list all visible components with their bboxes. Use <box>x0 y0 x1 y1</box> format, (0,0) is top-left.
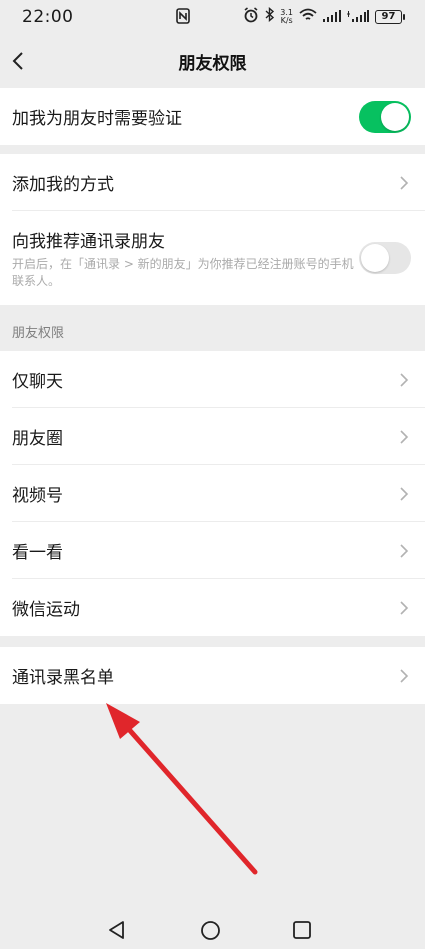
battery-icon: 97 <box>375 10 405 24</box>
list-item-werun[interactable]: 微信运动 <box>0 579 425 636</box>
chevron-right-icon <box>400 429 409 444</box>
list-item-label: 微信运动 <box>12 600 80 620</box>
alarm-icon <box>243 6 259 28</box>
nav-bar: 朋友权限 <box>0 34 425 88</box>
chevron-right-icon <box>400 668 409 683</box>
home-circle-icon[interactable] <box>200 920 221 941</box>
chevron-left-icon[interactable] <box>8 49 32 73</box>
list-item-channels[interactable]: 视频号 <box>0 465 425 522</box>
section-header: 朋友权限 <box>12 326 65 341</box>
signal-icon <box>347 7 369 27</box>
list-item-chat-only[interactable]: 仅聊天 <box>0 351 425 408</box>
verify-group: 加我为朋友时需要验证 <box>0 88 425 145</box>
nfc-icon <box>176 8 190 29</box>
list-item-label: 仅聊天 <box>12 372 63 392</box>
verify-row[interactable]: 加我为朋友时需要验证 <box>0 88 425 145</box>
list-item-moments[interactable]: 朋友圈 <box>0 408 425 465</box>
wifi-icon <box>299 7 317 27</box>
permissions-group: 仅聊天 朋友圈 视频号 看一看 微信运动 <box>0 351 425 636</box>
blacklist-label: 通讯录黑名单 <box>12 668 114 688</box>
bluetooth-icon <box>265 6 275 27</box>
recommend-row[interactable]: 向我推荐通讯录朋友 开启后，在「通讯录 > 新的朋友」为你推荐已经注册账号的手机… <box>0 211 425 305</box>
add-methods-label: 添加我的方式 <box>12 175 114 195</box>
chevron-right-icon <box>400 175 409 190</box>
chevron-right-icon <box>400 600 409 615</box>
verify-toggle[interactable] <box>359 100 411 133</box>
list-item-label: 视频号 <box>12 486 63 506</box>
verify-label: 加我为朋友时需要验证 <box>12 109 182 129</box>
status-icons: 3.1 K/s 97 <box>243 6 405 28</box>
recommend-toggle[interactable] <box>359 242 411 274</box>
status-bar: 22:00 3.1 K/s 97 <box>0 0 425 34</box>
chevron-right-icon <box>400 486 409 501</box>
add-methods-row[interactable]: 添加我的方式 <box>0 154 425 211</box>
blacklist-group: 通讯录黑名单 <box>0 647 425 704</box>
chevron-right-icon <box>400 372 409 387</box>
network-speed: 3.1 K/s <box>280 9 293 25</box>
list-item-top-stories[interactable]: 看一看 <box>0 522 425 579</box>
speed-unit: K/s <box>280 16 293 25</box>
list-item-label: 朋友圈 <box>12 429 63 449</box>
list-item-label: 看一看 <box>12 543 63 563</box>
chevron-right-icon <box>400 543 409 558</box>
recents-square-icon[interactable] <box>292 920 312 940</box>
add-group: 添加我的方式 向我推荐通讯录朋友 开启后，在「通讯录 > 新的朋友」为你推荐已经… <box>0 154 425 305</box>
signal-icon <box>323 7 341 27</box>
system-nav-bar <box>0 912 425 949</box>
battery-level: 97 <box>375 10 402 24</box>
page-title: 朋友权限 <box>178 53 247 74</box>
recommend-description: 开启后，在「通讯录 > 新的朋友」为你推荐已经注册账号的手机联系人。 <box>12 257 354 288</box>
status-time: 22:00 <box>22 7 74 27</box>
blacklist-row[interactable]: 通讯录黑名单 <box>0 647 425 704</box>
back-triangle-icon[interactable] <box>107 920 127 940</box>
